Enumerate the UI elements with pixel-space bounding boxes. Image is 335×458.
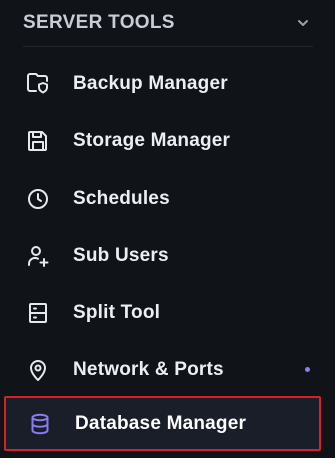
clock-icon bbox=[25, 186, 51, 212]
nav-item-backup-manager[interactable]: Backup Manager bbox=[0, 55, 335, 112]
nav-item-label: Split Tool bbox=[73, 301, 161, 323]
section-divider bbox=[23, 46, 313, 47]
database-icon bbox=[27, 411, 53, 437]
nav-item-label: Storage Manager bbox=[73, 129, 231, 151]
nav-item-label: Sub Users bbox=[73, 244, 169, 266]
server-tools-panel: SERVER TOOLS Backup Manager Storage Mana… bbox=[0, 0, 335, 458]
nav-item-label: Database Manager bbox=[75, 412, 247, 434]
floppy-disk-icon bbox=[25, 128, 51, 154]
server-tools-section-header[interactable]: SERVER TOOLS bbox=[23, 0, 313, 46]
nav-item-sub-users[interactable]: Sub Users bbox=[0, 227, 335, 284]
chevron-down-icon[interactable] bbox=[293, 13, 313, 33]
section-title: SERVER TOOLS bbox=[23, 12, 175, 33]
map-pin-icon bbox=[25, 357, 51, 383]
nav-item-label: Backup Manager bbox=[73, 72, 228, 94]
server-split-icon bbox=[25, 300, 51, 326]
user-plus-icon bbox=[25, 243, 51, 269]
nav-item-network-ports[interactable]: Network & Ports bbox=[0, 341, 335, 398]
nav-item-label: Network & Ports bbox=[73, 358, 224, 380]
folder-shield-icon bbox=[25, 71, 51, 97]
notification-dot bbox=[305, 367, 310, 372]
nav-item-storage-manager[interactable]: Storage Manager bbox=[0, 112, 335, 169]
nav-item-database-manager[interactable]: Database Manager bbox=[4, 396, 321, 451]
nav-item-label: Schedules bbox=[73, 187, 170, 209]
nav-item-schedules[interactable]: Schedules bbox=[0, 170, 335, 227]
nav-item-split-tool[interactable]: Split Tool bbox=[0, 284, 335, 341]
